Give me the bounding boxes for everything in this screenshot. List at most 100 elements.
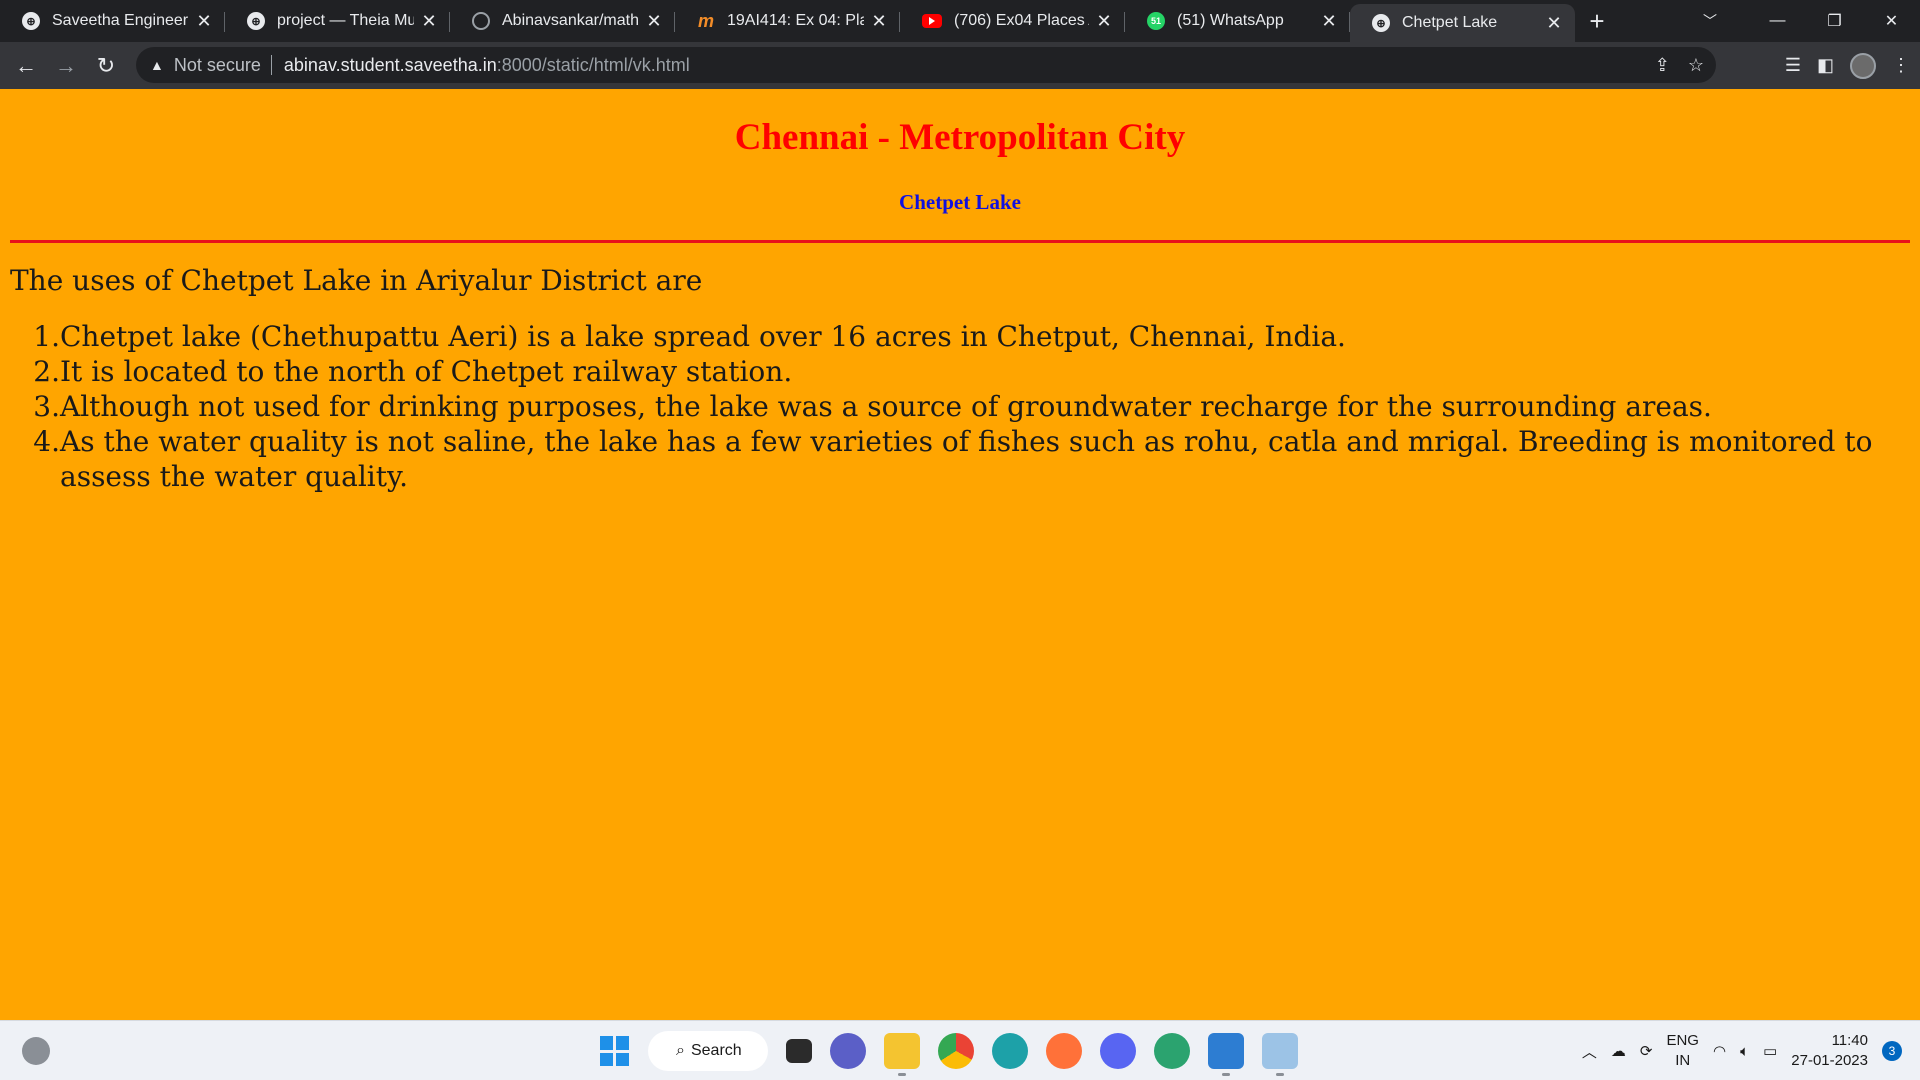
list-text: Although not used for drinking purposes,… (60, 390, 1712, 423)
page-subheading: Chetpet Lake (899, 190, 1021, 214)
reload-button[interactable]: ↻ (86, 46, 126, 86)
language-indicator[interactable]: ENG IN (1666, 1031, 1699, 1071)
omnibox-divider (270, 55, 272, 75)
chat-icon[interactable] (830, 1033, 866, 1069)
tab-saveetha[interactable]: ⊕ Saveetha Engineering ✕ (0, 0, 225, 42)
whatsapp-icon: 51 (1147, 12, 1165, 30)
weather-widget-icon[interactable] (22, 1037, 50, 1065)
wifi-icon[interactable]: ◠ (1713, 1042, 1726, 1060)
menu-icon[interactable]: ⋮ (1892, 55, 1910, 76)
back-button[interactable]: ← (6, 46, 46, 86)
tab-title: Abinavsankar/mathse (502, 12, 639, 29)
list-number: 4. (33, 425, 60, 458)
tab-title: project — Theia Multi (277, 12, 414, 29)
list-text: It is located to the north of Chetpet ra… (60, 355, 793, 388)
media-control-icon[interactable]: ☰ (1785, 55, 1801, 76)
list-text: As the water quality is not saline, the … (60, 425, 1873, 493)
restore-button[interactable]: ❐ (1806, 0, 1863, 42)
chevron-up-icon[interactable]: ︿ (1582, 1041, 1597, 1062)
taskbar-search[interactable]: ⌕ Search (648, 1031, 768, 1071)
list-number: 1. (33, 320, 60, 353)
browser-toolbar: ← → ↻ ▲ Not secure abinav.student.saveet… (0, 42, 1920, 89)
list-item: 1. Chetpet lake (Chethupattu Aeri) is a … (10, 319, 1890, 354)
onedrive-icon[interactable]: ☁ (1611, 1042, 1626, 1060)
close-icon[interactable]: ✕ (1095, 11, 1113, 31)
new-tab-button[interactable]: + (1575, 0, 1619, 42)
globe-icon: ⊕ (1372, 14, 1390, 32)
tab-title: (706) Ex04 Places Aro (954, 12, 1089, 29)
chevron-down-icon[interactable]: ﹀ (1690, 0, 1730, 42)
list-item: 2. It is located to the north of Chetpet… (10, 354, 1890, 389)
warning-icon[interactable]: ▲ (150, 57, 164, 73)
tab-title: (51) WhatsApp (1177, 12, 1284, 29)
tab-title: 19AI414: Ex 04: Places (727, 12, 864, 29)
volume-muted-icon[interactable]: 🔈︎ (1740, 1043, 1749, 1060)
share-icon[interactable]: ⇪ (1655, 55, 1670, 76)
omnibox-actions: ⇪ ☆ (1655, 47, 1704, 83)
web-page: Chennai - Metropolitan City Chetpet Lake… (0, 89, 1920, 1020)
edge-dev-icon[interactable] (1154, 1033, 1190, 1069)
close-icon[interactable]: ✕ (645, 11, 663, 31)
close-icon[interactable]: ✕ (420, 11, 438, 31)
close-icon[interactable]: ✕ (870, 11, 888, 31)
intro-paragraph: The uses of Chetpet Lake in Ariyalur Dis… (10, 264, 703, 297)
horizontal-rule (10, 240, 1910, 243)
uses-list: 1. Chetpet lake (Chethupattu Aeri) is a … (10, 319, 1890, 494)
list-item: 4. As the water quality is not saline, t… (10, 424, 1890, 494)
url-path: :8000/static/html/vk.html (496, 54, 690, 75)
language-label: ENG (1666, 1032, 1699, 1049)
clock[interactable]: 11:40 27-01-2023 (1791, 1031, 1868, 1071)
moodle-icon: m (697, 10, 714, 31)
system-tray: ︿ ☁ ⟳ ENG IN ◠ 🔈︎ ▭ 11:40 27-01-2023 3 (1582, 1021, 1920, 1080)
tab-moodle[interactable]: m 19AI414: Ex 04: Places ✕ (675, 0, 900, 42)
task-view-icon[interactable] (786, 1039, 812, 1063)
side-panel-icon[interactable]: ◧ (1817, 55, 1834, 76)
window-controls: — ❐ ✕ (1749, 0, 1920, 42)
photos-icon[interactable] (1208, 1033, 1244, 1076)
minimize-button[interactable]: — (1749, 0, 1806, 42)
windows-start-icon[interactable] (600, 1036, 630, 1066)
globe-icon: ⊕ (22, 12, 40, 30)
url-host: abinav.student.saveetha.in (283, 54, 497, 75)
discord-icon[interactable] (1100, 1033, 1136, 1069)
list-number: 2. (33, 355, 60, 388)
tab-github[interactable]: Abinavsankar/mathse ✕ (450, 0, 675, 42)
avatar[interactable] (1850, 52, 1876, 79)
page-heading: Chennai - Metropolitan City (734, 117, 1186, 158)
github-icon (472, 12, 490, 30)
time-label: 11:40 (1831, 1032, 1868, 1049)
close-icon[interactable]: ✕ (1320, 11, 1338, 31)
list-text: Chetpet lake (Chethupattu Aeri) is a lak… (60, 320, 1346, 353)
file-explorer-icon[interactable] (884, 1033, 920, 1076)
forward-button[interactable]: → (46, 46, 86, 86)
globe-icon: ⊕ (247, 12, 265, 30)
toolbar-actions: ☰ ◧ ⋮ (1785, 42, 1910, 89)
close-icon[interactable]: ✕ (1545, 13, 1563, 33)
notification-badge[interactable]: 3 (1882, 1041, 1902, 1061)
address-bar[interactable]: ▲ Not secure abinav.student.saveetha.in:… (136, 47, 1716, 83)
list-item: 3. Although not used for drinking purpos… (10, 389, 1890, 424)
battery-icon[interactable]: ▭ (1763, 1042, 1777, 1060)
chrome-icon[interactable] (938, 1033, 974, 1069)
close-icon[interactable]: ✕ (195, 11, 213, 31)
paint-icon[interactable] (1262, 1033, 1298, 1076)
tab-chetpet-lake[interactable]: ⊕ Chetpet Lake ✕ (1350, 4, 1575, 42)
taskbar-apps: ⌕ Search (600, 1029, 1298, 1076)
security-label[interactable]: Not secure (174, 55, 261, 76)
region-label: IN (1675, 1052, 1691, 1069)
tab-title: Saveetha Engineering (52, 12, 189, 29)
taskbar: ⌕ Search ︿ ☁ ⟳ ENG IN ◠ 🔈︎ ▭ 11:40 27-01… (0, 1020, 1920, 1080)
tab-youtube[interactable]: (706) Ex04 Places Aro ✕ (900, 0, 1125, 42)
tab-whatsapp[interactable]: 51 (51) WhatsApp ✕ (1125, 0, 1350, 42)
tab-strip: ⊕ Saveetha Engineering ✕ ⊕ project — The… (0, 0, 1920, 42)
tab-title: Chetpet Lake (1402, 14, 1498, 31)
search-icon: ⌕ (676, 1042, 685, 1059)
tab-theia[interactable]: ⊕ project — Theia Multi ✕ (225, 0, 450, 42)
close-window-button[interactable]: ✕ (1863, 0, 1920, 42)
sync-icon[interactable]: ⟳ (1640, 1042, 1653, 1060)
edge-icon[interactable] (992, 1033, 1028, 1069)
search-label: Search (690, 1042, 742, 1059)
bookmark-star-icon[interactable]: ☆ (1688, 55, 1704, 76)
date-label: 27-01-2023 (1791, 1052, 1868, 1069)
firefox-icon[interactable] (1046, 1033, 1082, 1069)
